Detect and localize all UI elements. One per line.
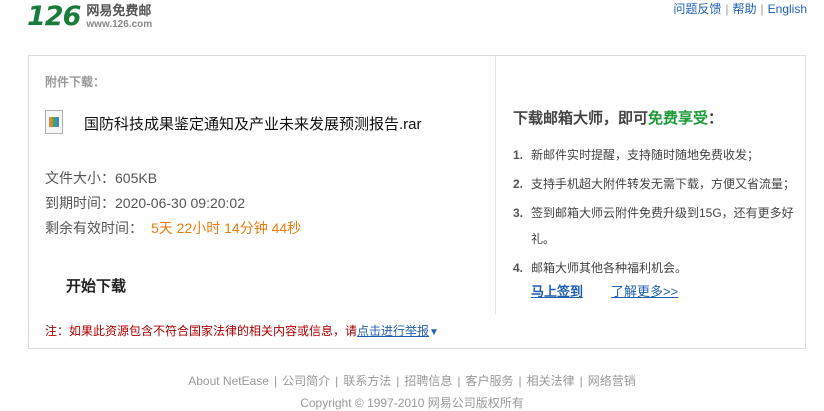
start-download-button[interactable]: 开始下载 <box>66 275 126 296</box>
expire-value: 2020-06-30 09:20:02 <box>115 195 245 211</box>
report-note: 注：如果此资源包含不符合国家法律的相关内容或信息，请点击进行举报▼ <box>45 322 439 339</box>
copyright: Copyright © 1997-2010 网易公司版权所有 <box>300 396 524 410</box>
report-note-text: 注：如果此资源包含不符合国家法律的相关内容或信息，请 <box>45 324 358 338</box>
logo-number: 126 <box>27 1 81 32</box>
promo-item: 4. 邮箱大师其他各种福利机会。 <box>513 255 803 281</box>
remaining-label: 剩余有效时间： <box>45 220 143 236</box>
footer-link-about[interactable]: About NetEase <box>188 374 269 388</box>
remaining-row: 剩余有效时间： 5天 22小时 14分钟 44秒 <box>45 218 301 238</box>
logo-url: www.126.com <box>86 19 153 30</box>
promo-item: 2. 支持手机超大附件转发无需下载，方便又省流量； <box>513 171 803 197</box>
promo-item-text: 支持手机超大附件转发无需下载，方便又省流量； <box>531 177 796 191</box>
promo-item-text: 签到邮箱大师云附件免费升级到15G，还有更多好礼。 <box>531 206 794 246</box>
file-size-label: 文件大小： <box>45 170 115 186</box>
remaining-value: 5天 22小时 14分钟 44秒 <box>151 220 302 236</box>
learn-more-link[interactable]: 了解更多>> <box>611 284 678 299</box>
logo[interactable]: 126 网易免费邮 www.126.com <box>27 2 152 32</box>
footer-link-company[interactable]: 公司简介 <box>282 374 330 388</box>
promo-item-number: 3. <box>513 206 524 220</box>
promo-title: 下载邮箱大师，即可免费享受： <box>513 107 723 128</box>
promo-item-text: 新邮件实时提醒，支持随时随地免费收发； <box>531 148 760 162</box>
promo-title-suffix: ： <box>708 110 724 127</box>
promo-item: 1. 新邮件实时提醒，支持随时随地免费收发； <box>513 142 803 168</box>
footer-link-legal[interactable]: 相关法律 <box>527 374 575 388</box>
expire-label: 到期时间： <box>45 195 115 211</box>
file-name: 国防科技成果鉴定通知及产业未来发展预测报告.rar <box>84 116 422 133</box>
footer-links: About NetEase | 公司简介 | 联系方法 | 招聘信息 | 客户服务 | 相关法律 | 网… <box>188 374 636 388</box>
promo-list: 1. 新邮件实时提醒，支持随时随地免费收发； 2. 支持手机超大附件转发无需下载，方… <box>513 142 803 284</box>
footer-link-service[interactable]: 客户服务 <box>465 374 513 388</box>
promo-item-number: 4. <box>513 261 524 275</box>
promo-item: 3. 签到邮箱大师云附件免费升级到15G，还有更多好礼。 <box>513 200 803 252</box>
promo-title-prefix: 下载邮箱大师，即可 <box>513 110 649 127</box>
report-link[interactable]: 点击进行举报 <box>357 324 429 338</box>
caret-down-icon: ▼ <box>429 327 439 338</box>
promo-item-number: 2. <box>513 177 524 191</box>
help-link[interactable]: 帮助 <box>733 2 757 16</box>
file-size-row: 文件大小：605KB <box>45 168 157 188</box>
expire-row: 到期时间：2020-06-30 09:20:02 <box>45 193 245 213</box>
footer-link-contact[interactable]: 联系方法 <box>343 374 391 388</box>
promo-item-text: 邮箱大师其他各种福利机会。 <box>531 261 688 275</box>
signin-link[interactable]: 马上签到 <box>531 284 583 299</box>
file-size-value: 605KB <box>115 170 158 186</box>
logo-name: 网易免费邮 <box>86 3 152 18</box>
download-panel: 附件下载： 国防科技成果鉴定通知及产业未来发展预测报告.rar 文件大小：605… <box>28 55 806 349</box>
attachment-section: 附件下载： 国防科技成果鉴定通知及产业未来发展预测报告.rar 文件大小：605… <box>29 56 496 314</box>
english-link[interactable]: English <box>768 2 807 16</box>
rar-file-icon <box>45 110 63 134</box>
footer-link-marketing[interactable]: 网络营销 <box>588 374 636 388</box>
promo-links: 马上签到 了解更多>> <box>531 281 678 300</box>
top-links: 问题反馈 | 帮助 | English <box>673 2 807 16</box>
attachment-section-title: 附件下载： <box>45 75 106 89</box>
feedback-link[interactable]: 问题反馈 <box>673 2 721 16</box>
promo-title-free: 免费享受 <box>648 110 709 127</box>
promo-item-number: 1. <box>513 148 524 162</box>
footer-link-jobs[interactable]: 招聘信息 <box>404 374 452 388</box>
